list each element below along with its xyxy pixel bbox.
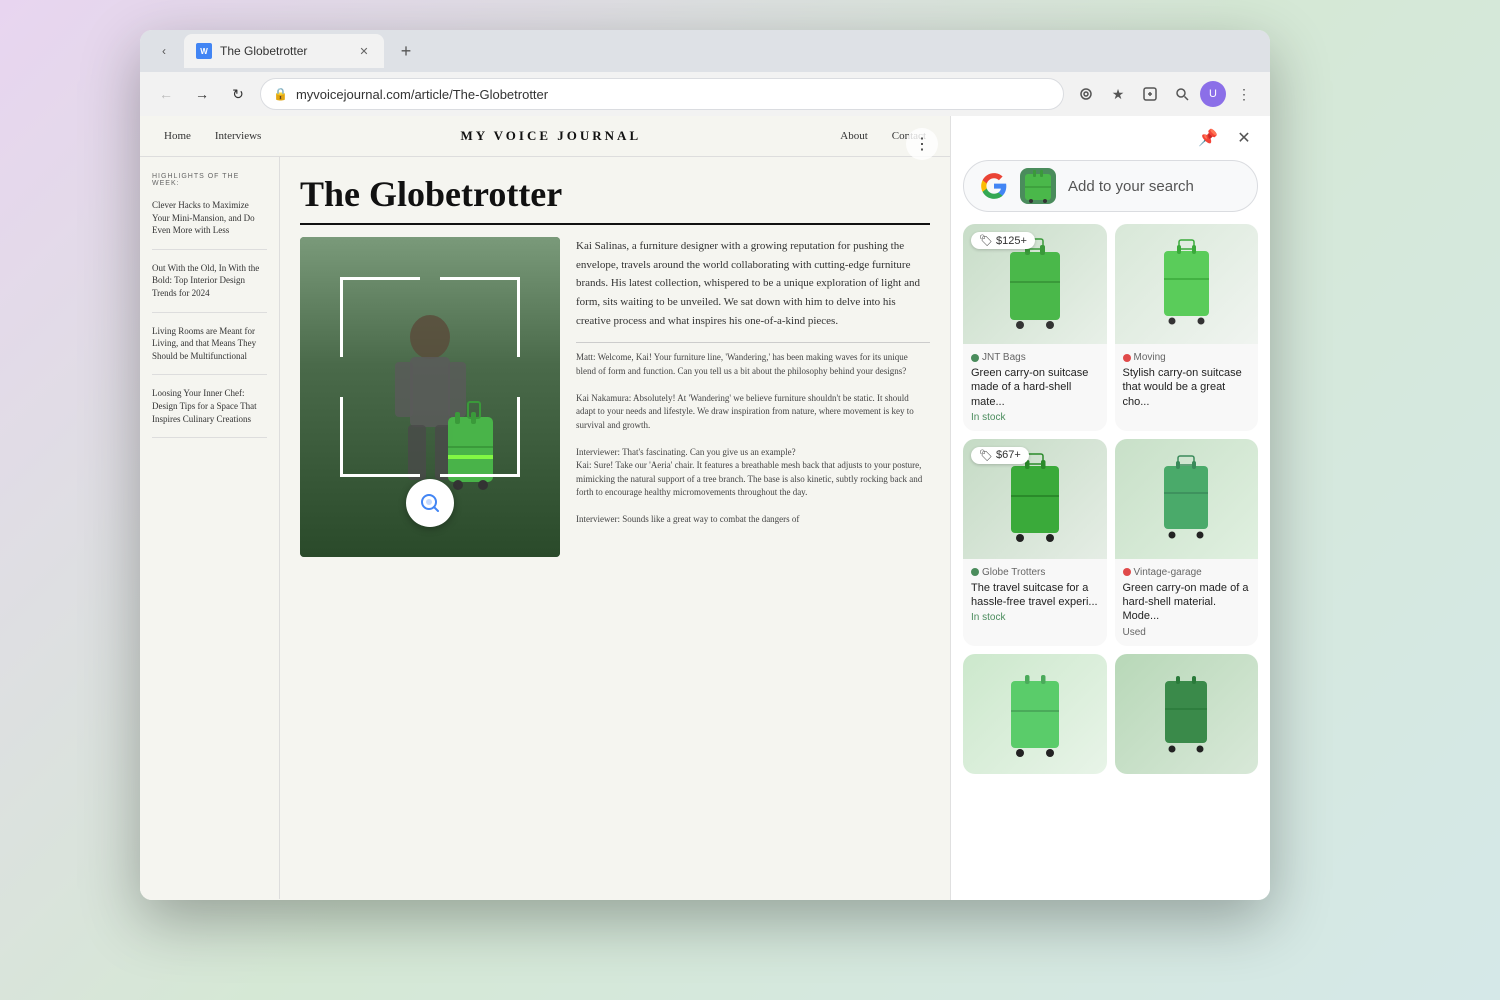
lens-card-5[interactable] <box>963 654 1107 774</box>
lens-card-3-seller: Globe Trotters <box>971 567 1099 578</box>
lens-card-4[interactable]: Vintage-garage Green carry-on made of a … <box>1115 439 1259 646</box>
lens-card-4-info: Vintage-garage Green carry-on made of a … <box>1115 559 1259 646</box>
lens-card-3-price: 🏷 $67+ <box>971 447 1029 464</box>
extensions-btn[interactable] <box>1136 80 1164 108</box>
article-image <box>300 237 560 557</box>
mvj-sidebar: HIGHLIGHTS OF THE WEEK: Clever Hacks to … <box>140 157 280 899</box>
lens-card-1-price: 🏷 $125+ <box>971 232 1035 249</box>
sidebar-item-4[interactable]: Loosing Your Inner Chef: Design Tips for… <box>152 387 267 438</box>
tab-favicon: W <box>196 43 212 59</box>
lens-card-3-title: The travel suitcase for a hassle-free tr… <box>971 581 1099 610</box>
lens-search-thumbnail <box>1020 168 1056 204</box>
mvj-content: HIGHLIGHTS OF THE WEEK: Clever Hacks to … <box>140 157 950 899</box>
seller-dot-3 <box>971 568 979 576</box>
mvj-logo: MY VOICE JOURNAL <box>261 128 840 144</box>
seller-dot-1 <box>971 354 979 362</box>
nav-home-link[interactable]: Home <box>164 130 191 142</box>
lens-overlay-icon[interactable] <box>406 479 454 527</box>
browser-tab-active[interactable]: W The Globetrotter ✕ <box>184 34 384 68</box>
interview-text: Matt: Welcome, Kai! Your furniture line,… <box>576 351 930 527</box>
lens-card-3-info: Globe Trotters The travel suitcase for a… <box>963 559 1107 632</box>
screen-capture-btn[interactable] <box>1072 80 1100 108</box>
lens-card-2-image <box>1115 224 1259 344</box>
lens-card-4-title: Green carry-on made of a hard-shell mate… <box>1123 581 1251 624</box>
toolbar-actions: ★ U ⋮ <box>1072 80 1258 108</box>
lens-card-5-image <box>963 654 1107 774</box>
article-text: Kai Salinas, a furniture designer with a… <box>576 237 930 557</box>
mvj-main-article: The Globetrotter <box>280 157 950 899</box>
seller-dot-4 <box>1123 568 1131 576</box>
article-paragraph-1: Kai Salinas, a furniture designer with a… <box>576 237 930 330</box>
lens-card-4-image <box>1115 439 1259 559</box>
lens-card-3-status: In stock <box>971 612 1099 623</box>
page-more-options-btn[interactable]: ⋮ <box>906 128 938 160</box>
nav-interviews-link[interactable]: Interviews <box>215 130 261 142</box>
my-voice-journal-page: Home Interviews MY VOICE JOURNAL About C… <box>140 116 950 900</box>
mvj-nav: Home Interviews MY VOICE JOURNAL About C… <box>140 116 950 157</box>
user-avatar[interactable]: U <box>1200 81 1226 107</box>
lens-card-6[interactable] <box>1115 654 1259 774</box>
lens-card-1[interactable]: 🏷 $125+ JNT Bags Green carry-on suitcase… <box>963 224 1107 431</box>
lens-btn[interactable] <box>1168 80 1196 108</box>
lens-close-btn[interactable]: ✕ <box>1230 124 1258 152</box>
lens-card-3[interactable]: 🏷 $67+ Globe Trotters The travel suitcas… <box>963 439 1107 646</box>
more-options-btn[interactable]: ⋮ <box>1230 80 1258 108</box>
browser-window: ‹ W The Globetrotter ✕ + ← → ↻ 🔒 myvoice… <box>140 30 1270 900</box>
lens-card-6-image <box>1115 654 1259 774</box>
seller-dot-2 <box>1123 354 1131 362</box>
address-bar[interactable]: 🔒 myvoicejournal.com/article/The-Globetr… <box>260 78 1064 110</box>
scan-corner-tr <box>440 277 520 357</box>
browser-titlebar: ‹ W The Globetrotter ✕ + <box>140 30 1270 72</box>
lens-card-2-img-wrap <box>1115 224 1259 344</box>
browser-toolbar: ← → ↻ 🔒 myvoicejournal.com/article/The-G… <box>140 72 1270 116</box>
scan-corner-bl <box>340 397 420 477</box>
tab-title: The Globetrotter <box>220 44 348 58</box>
browser-content: ⋮ Home Interviews MY VOICE JOURNAL About… <box>140 116 1270 900</box>
lens-card-3-img-wrap: 🏷 $67+ <box>963 439 1107 559</box>
lens-card-1-img-wrap: 🏷 $125+ <box>963 224 1107 344</box>
article-body: Kai Salinas, a furniture designer with a… <box>300 237 930 557</box>
lens-pin-btn[interactable]: 📌 <box>1194 124 1222 152</box>
mvj-nav-left: Home Interviews <box>164 130 261 142</box>
back-btn[interactable]: ← <box>152 80 180 108</box>
article-title: The Globetrotter <box>300 173 930 225</box>
lens-card-1-seller: JNT Bags <box>971 352 1099 363</box>
forward-btn[interactable]: → <box>188 80 216 108</box>
security-icon: 🔒 <box>273 87 288 101</box>
lens-search-bar[interactable]: Add to your search <box>963 160 1258 212</box>
lens-card-4-seller: Vintage-garage <box>1123 567 1251 578</box>
lens-card-2[interactable]: Moving Stylish carry-on suitcase that wo… <box>1115 224 1259 431</box>
sidebar-item-1[interactable]: Clever Hacks to Maximize Your Mini-Mansi… <box>152 199 267 250</box>
bookmark-btn[interactable]: ★ <box>1104 80 1132 108</box>
new-tab-btn[interactable]: + <box>392 37 420 65</box>
webpage-area: ⋮ Home Interviews MY VOICE JOURNAL About… <box>140 116 950 900</box>
lens-card-2-seller: Moving <box>1123 352 1251 363</box>
scan-corner-br <box>440 397 520 477</box>
lens-card-4-img-wrap <box>1115 439 1259 559</box>
google-logo <box>980 172 1008 200</box>
lens-card-2-title: Stylish carry-on suitcase that would be … <box>1123 366 1251 409</box>
article-interview: Matt: Welcome, Kai! Your furniture line,… <box>576 342 930 527</box>
lens-card-1-title: Green carry-on suitcase made of a hard-s… <box>971 366 1099 409</box>
tab-close-btn[interactable]: ✕ <box>356 43 372 59</box>
lens-sidebar: 📌 ✕ <box>950 116 1270 900</box>
lens-card-1-status: In stock <box>971 412 1099 423</box>
sidebar-section-title: HIGHLIGHTS OF THE WEEK: <box>152 173 267 187</box>
tab-scroll-left-btn[interactable]: ‹ <box>152 39 176 63</box>
lens-card-1-info: JNT Bags Green carry-on suitcase made of… <box>963 344 1107 431</box>
reload-btn[interactable]: ↻ <box>224 80 252 108</box>
nav-about-link[interactable]: About <box>840 130 868 142</box>
lens-header: 📌 ✕ <box>951 116 1270 160</box>
scan-corner-tl <box>340 277 420 357</box>
lens-results-grid: 🏷 $125+ JNT Bags Green carry-on suitcase… <box>963 224 1258 774</box>
article-photo-bg <box>300 237 560 557</box>
lens-card-2-info: Moving Stylish carry-on suitcase that wo… <box>1115 344 1259 420</box>
lens-search-text: Add to your search <box>1068 178 1241 195</box>
lens-card-4-status: Used <box>1123 627 1251 638</box>
lens-results: 🏷 $125+ JNT Bags Green carry-on suitcase… <box>951 224 1270 900</box>
address-text: myvoicejournal.com/article/The-Globetrot… <box>296 87 1051 102</box>
sidebar-item-3[interactable]: Living Rooms are Meant for Living, and t… <box>152 325 267 376</box>
sidebar-item-2[interactable]: Out With the Old, In With the Bold: Top … <box>152 262 267 313</box>
